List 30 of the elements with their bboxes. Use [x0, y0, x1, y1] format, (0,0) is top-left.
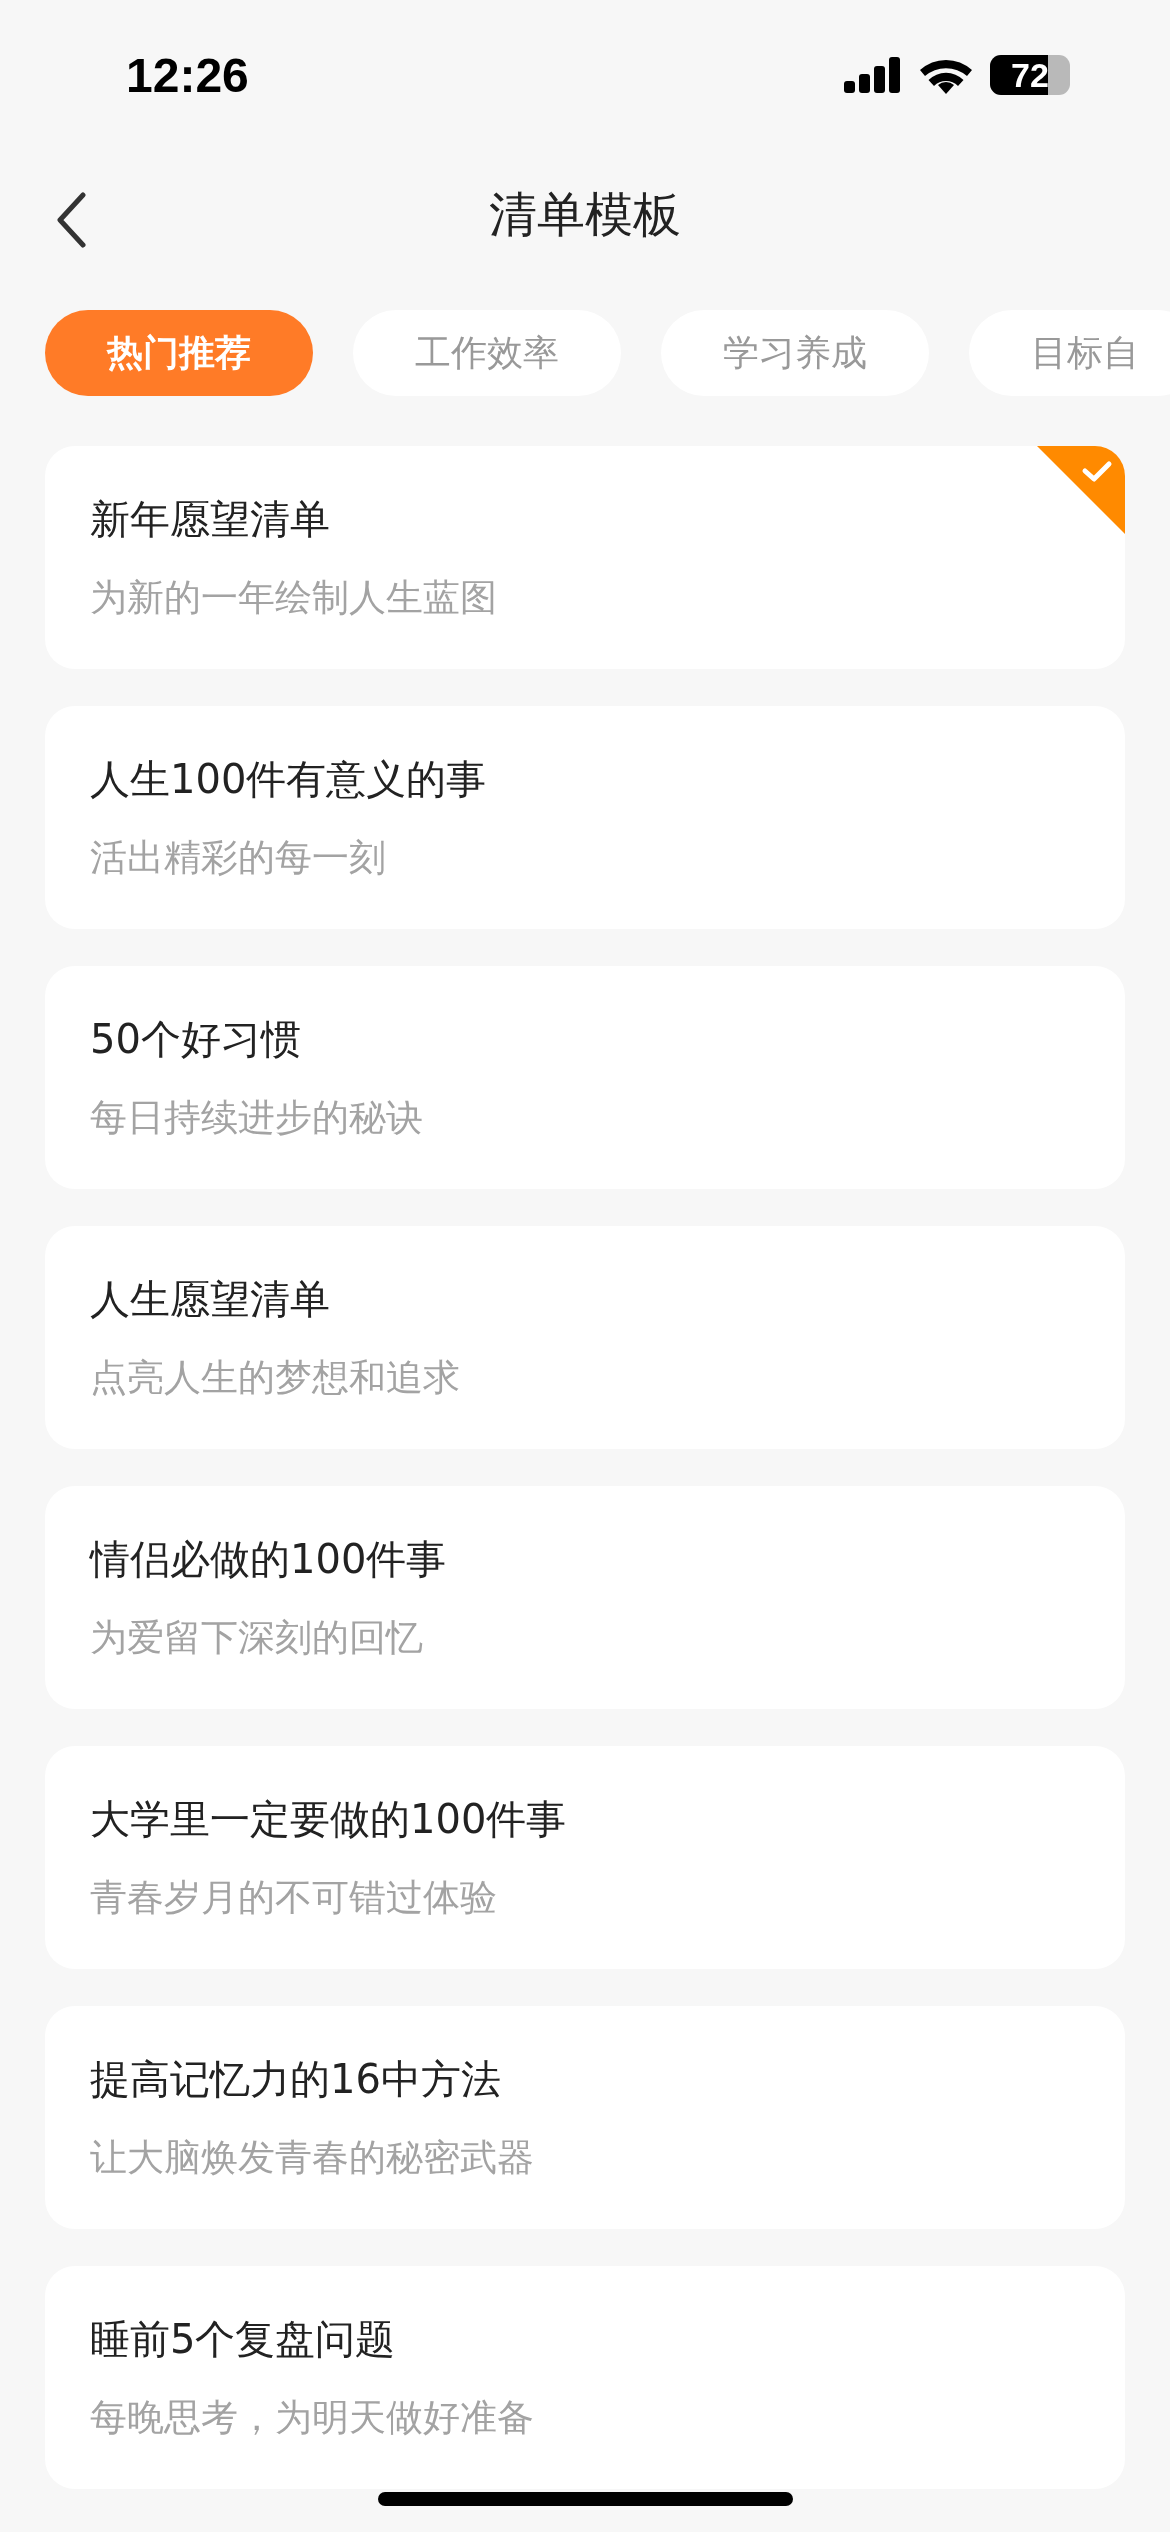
template-card[interactable]: 大学里一定要做的100件事 青春岁月的不可错过体验 [45, 1746, 1125, 1969]
template-title: 睡前5个复盘问题 [90, 2315, 397, 2364]
template-subtitle: 为新的一年绘制人生蓝图 [90, 575, 498, 621]
template-title: 新年愿望清单 [90, 495, 331, 544]
page-title: 清单模板 [489, 185, 681, 244]
template-subtitle: 为爱留下深刻的回忆 [90, 1615, 424, 1661]
template-title: 提高记忆力的16中方法 [90, 2055, 502, 2104]
check-icon [1037, 446, 1125, 534]
template-card[interactable]: 提高记忆力的16中方法 让大脑焕发青春的秘密武器 [45, 2006, 1125, 2229]
template-subtitle: 点亮人生的梦想和追求 [90, 1355, 461, 1401]
template-subtitle: 青春岁月的不可错过体验 [90, 1875, 498, 1921]
template-card[interactable]: 睡前5个复盘问题 每晚思考，为明天做好准备 [45, 2266, 1125, 2489]
template-subtitle: 每日持续进步的秘诀 [90, 1095, 424, 1141]
signal-icon [844, 57, 902, 93]
template-subtitle: 让大脑焕发青春的秘密武器 [90, 2135, 535, 2181]
template-title: 大学里一定要做的100件事 [90, 1795, 568, 1844]
template-subtitle: 每晚思考，为明天做好准备 [90, 2395, 535, 2441]
template-title: 50个好习惯 [90, 1015, 302, 1064]
back-icon[interactable] [56, 192, 86, 248]
status-time: 12:26 [126, 47, 249, 103]
template-subtitle: 活出精彩的每一刻 [90, 835, 387, 881]
template-card[interactable]: 人生100件有意义的事 活出精彩的每一刻 [45, 706, 1125, 929]
template-card[interactable]: 情侣必做的100件事 为爱留下深刻的回忆 [45, 1486, 1125, 1709]
template-title: 情侣必做的100件事 [90, 1535, 448, 1584]
template-card[interactable]: 50个好习惯 每日持续进步的秘诀 [45, 966, 1125, 1189]
template-title: 人生愿望清单 [90, 1275, 331, 1324]
battery-icon: 72 [990, 55, 1070, 95]
template-card[interactable]: 新年愿望清单 为新的一年绘制人生蓝图 [45, 446, 1125, 669]
template-card[interactable]: 人生愿望清单 点亮人生的梦想和追求 [45, 1226, 1125, 1449]
template-title: 人生100件有意义的事 [90, 755, 488, 804]
